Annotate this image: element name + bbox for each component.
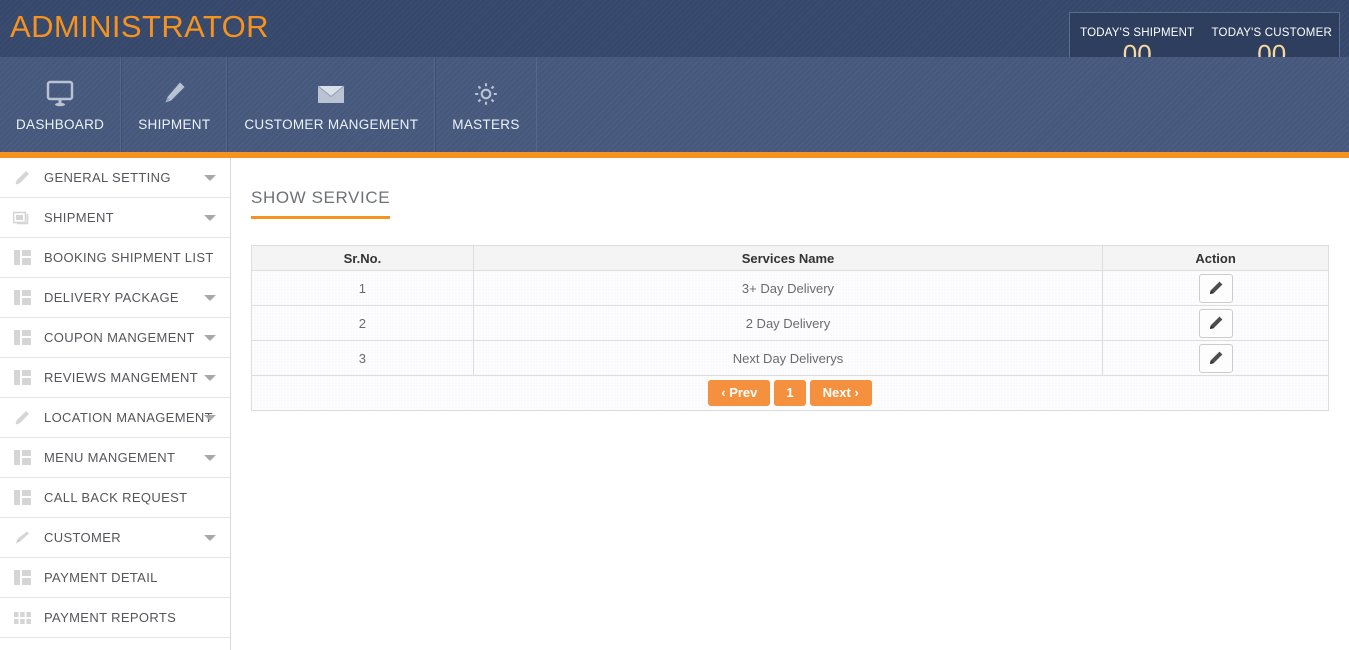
monitor-icon — [44, 77, 76, 111]
chevron-down-icon[interactable] — [204, 174, 216, 181]
chevron-down-icon[interactable] — [204, 214, 216, 221]
table-row: 1 3+ Day Delivery — [251, 270, 1329, 306]
edit-button[interactable] — [1198, 308, 1233, 338]
columns-icon — [10, 368, 34, 388]
pagination: ‹ Prev 1 Next › — [252, 380, 1328, 406]
sidebar-item-general-setting[interactable]: GENERAL SETTING — [0, 158, 230, 198]
sidebar-item-shipment[interactable]: SHIPMENT — [0, 198, 230, 238]
chevron-down-icon[interactable] — [204, 334, 216, 341]
images-icon — [10, 208, 34, 228]
pagination-next-button[interactable]: Next › — [809, 380, 872, 406]
nav-item-label: SHIPMENT — [138, 117, 211, 132]
chevron-down-icon[interactable] — [204, 414, 216, 421]
sidebar-item-label: CALL BACK REQUEST — [44, 490, 188, 505]
pencil-icon — [160, 77, 188, 111]
stat-label: TODAY'S CUSTOMER — [1211, 27, 1332, 39]
sidebar-item-payment-reports[interactable]: PAYMENT REPORTS — [0, 598, 230, 638]
column-header-srno: Sr.No. — [251, 245, 474, 271]
envelope-icon — [314, 77, 348, 111]
table-row: 3 Next Day Deliverys — [251, 340, 1329, 376]
sidebar-item-label: LOCATION MANAGEMENT — [44, 410, 213, 425]
pencil-icon — [10, 168, 34, 188]
nav-item-masters[interactable]: MASTERS — [435, 57, 537, 152]
sidebar-item-payment-detail[interactable]: PAYMENT DETAIL — [0, 558, 230, 598]
columns-icon — [10, 288, 34, 308]
sidebar-item-label: MENU MANGEMENT — [44, 450, 176, 465]
nav-item-customer-mangement[interactable]: CUSTOMER MANGEMENT — [227, 57, 436, 152]
sidebar-item-delivery-package[interactable]: DELIVERY PACKAGE — [0, 278, 230, 318]
cell-srno: 1 — [251, 270, 474, 306]
sidebar-item-coupon-mangement[interactable]: COUPON MANGEMENT — [0, 318, 230, 358]
app-brand-title: ADMINISTRATOR — [10, 9, 269, 44]
column-header-action: Action — [1102, 245, 1329, 271]
column-header-service: Services Name — [472, 245, 1104, 271]
cell-srno: 2 — [251, 305, 474, 341]
sidebar-item-menu-mangement[interactable]: MENU MANGEMENT — [0, 438, 230, 478]
nav-item-label: CUSTOMER MANGEMENT — [244, 117, 419, 132]
cell-srno: 3 — [251, 340, 474, 376]
main-navigation: DASHBOARD SHIPMENT CUSTOMER MANGEMENT MA… — [0, 57, 1349, 152]
table-header-row: Sr.No. Services Name Action — [251, 245, 1329, 271]
cell-action — [1102, 270, 1329, 306]
app-header: ADMINISTRATOR TODAY'S SHIPMENT 00 TODAY'… — [0, 0, 1349, 83]
cell-service: Next Day Deliverys — [472, 340, 1104, 376]
sidebar-item-label: BOOKING SHIPMENT LIST — [44, 250, 214, 265]
columns-icon — [10, 568, 34, 588]
main-content: SHOW SERVICE Sr.No. Services Name Action… — [231, 158, 1349, 650]
chevron-down-icon[interactable] — [204, 454, 216, 461]
table-pagination-row: ‹ Prev 1 Next › — [251, 375, 1329, 411]
cell-service: 3+ Day Delivery — [472, 270, 1104, 306]
pencil-icon — [1209, 351, 1222, 364]
chevron-down-icon[interactable] — [204, 374, 216, 381]
sidebar-item-label: CUSTOMER — [44, 530, 121, 545]
pencil-icon — [1209, 281, 1222, 294]
edit-button[interactable] — [1198, 273, 1233, 303]
chevron-down-icon[interactable] — [204, 534, 216, 541]
pagination-cell: ‹ Prev 1 Next › — [251, 375, 1329, 411]
sidebar-item-call-back-request[interactable]: CALL BACK REQUEST — [0, 478, 230, 518]
columns-icon — [10, 488, 34, 508]
brush-icon — [10, 528, 34, 548]
pencil-icon — [1209, 316, 1222, 329]
table-row: 2 2 Day Delivery — [251, 305, 1329, 341]
cell-action — [1102, 340, 1329, 376]
nav-item-dashboard[interactable]: DASHBOARD — [0, 57, 122, 152]
page-title: SHOW SERVICE — [251, 188, 391, 219]
services-table: Sr.No. Services Name Action 1 3+ Day Del… — [251, 245, 1329, 411]
pagination-page-1-button[interactable]: 1 — [774, 380, 806, 406]
columns-icon — [10, 248, 34, 268]
chevron-down-icon[interactable] — [204, 294, 216, 301]
grid-icon — [10, 608, 34, 628]
edit-button[interactable] — [1198, 343, 1233, 373]
pagination-prev-button[interactable]: ‹ Prev — [708, 380, 771, 406]
nav-item-shipment[interactable]: SHIPMENT — [121, 57, 228, 152]
stat-label: TODAY'S SHIPMENT — [1080, 27, 1195, 39]
cell-service: 2 Day Delivery — [472, 305, 1104, 341]
sidebar-item-reviews-mangement[interactable]: REVIEWS MANGEMENT — [0, 358, 230, 398]
sidebar-menu: GENERAL SETTING SHIPMENT BOOKING SHIPMEN… — [0, 158, 231, 650]
pencil-icon — [10, 408, 34, 428]
sidebar-item-label: REVIEWS MANGEMENT — [44, 370, 199, 385]
nav-item-label: DASHBOARD — [16, 117, 105, 132]
sidebar-item-label: PAYMENT DETAIL — [44, 570, 158, 585]
columns-icon — [10, 448, 34, 468]
sidebar-item-customer[interactable]: CUSTOMER — [0, 518, 230, 558]
nav-item-label: MASTERS — [452, 117, 520, 132]
sidebar-item-label: GENERAL SETTING — [44, 170, 171, 185]
sidebar-item-booking-shipment-list[interactable]: BOOKING SHIPMENT LIST — [0, 238, 230, 278]
cell-action — [1102, 305, 1329, 341]
sidebar-item-label: SHIPMENT — [44, 210, 114, 225]
sidebar-item-location-management[interactable]: LOCATION MANAGEMENT — [0, 398, 230, 438]
sidebar-item-label: DELIVERY PACKAGE — [44, 290, 179, 305]
gear-icon — [471, 77, 501, 111]
columns-icon — [10, 328, 34, 348]
sidebar-item-label: COUPON MANGEMENT — [44, 330, 195, 345]
sidebar-item-label: PAYMENT REPORTS — [44, 610, 177, 625]
